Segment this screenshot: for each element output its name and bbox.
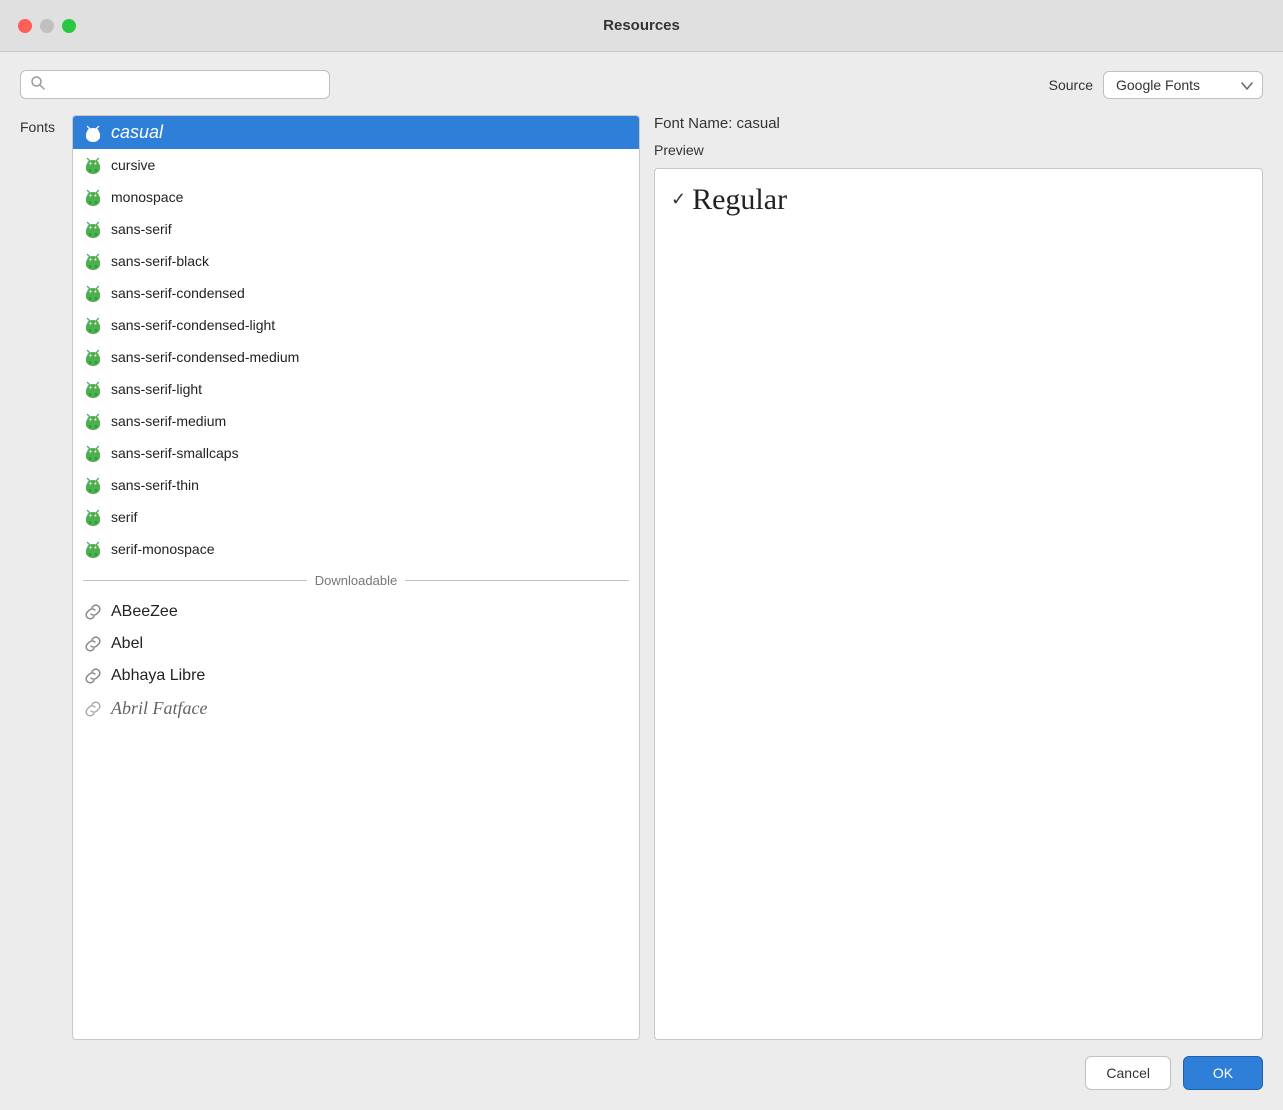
preview-box: ✓ Regular [654, 168, 1263, 1040]
android-icon [83, 315, 103, 335]
font-item-sans-serif-thin[interactable]: sans-serif-thin [73, 469, 639, 501]
main-body: Fonts [20, 115, 1263, 1040]
title-bar: Resources [0, 0, 1283, 52]
downloadable-label: Downloadable [315, 573, 397, 588]
font-name-casual: casual [111, 122, 163, 143]
preview-regular: ✓ Regular [671, 183, 1246, 217]
close-button[interactable] [18, 19, 32, 33]
font-name-monospace: monospace [111, 189, 183, 205]
font-name-sans-serif: sans-serif [111, 221, 172, 237]
check-mark: ✓ [671, 189, 686, 210]
font-item-sans-serif-condensed-light[interactable]: sans-serif-condensed-light [73, 309, 639, 341]
source-label: Source [1049, 77, 1093, 93]
android-icon [83, 187, 103, 207]
font-item-casual[interactable]: casual [73, 116, 639, 149]
android-icon [83, 379, 103, 399]
android-icon [83, 155, 103, 175]
font-name-sans-serif-black: sans-serif-black [111, 253, 209, 269]
font-name-sans-serif-condensed-medium: sans-serif-condensed-medium [111, 349, 299, 365]
font-item-cursive[interactable]: cursive [73, 149, 639, 181]
android-icon [83, 123, 103, 143]
link-icon [83, 634, 103, 654]
cancel-button[interactable]: Cancel [1085, 1056, 1171, 1090]
font-item-sans-serif-condensed-medium[interactable]: sans-serif-condensed-medium [73, 341, 639, 373]
window-title: Resources [603, 17, 680, 34]
maximize-button[interactable] [62, 19, 76, 33]
font-name-abhaya-libre: Abhaya Libre [111, 667, 205, 685]
font-item-sans-serif-condensed[interactable]: sans-serif-condensed [73, 277, 639, 309]
top-row: Source Google Fonts System Fonts [20, 70, 1263, 99]
font-item-abril-fatface[interactable]: Abril Fatface [73, 692, 639, 725]
android-icon [83, 283, 103, 303]
font-name-abel: Abel [111, 635, 143, 653]
font-item-sans-serif-smallcaps[interactable]: sans-serif-smallcaps [73, 437, 639, 469]
downloadable-separator: Downloadable [73, 565, 639, 596]
minimize-button[interactable] [40, 19, 54, 33]
android-icon [83, 411, 103, 431]
preview-label: Preview [654, 142, 1263, 158]
font-item-sans-serif[interactable]: sans-serif [73, 213, 639, 245]
font-list-container: casual [72, 115, 640, 1040]
android-icon [83, 347, 103, 367]
font-name-sans-serif-light: sans-serif-light [111, 381, 202, 397]
separator-line-right [405, 580, 629, 581]
source-select[interactable]: Google Fonts System Fonts [1103, 71, 1263, 99]
search-icon [31, 76, 45, 93]
font-name-sans-serif-condensed-light: sans-serif-condensed-light [111, 317, 275, 333]
preview-regular-text: Regular [692, 183, 787, 217]
link-icon [83, 602, 103, 622]
android-icon [83, 443, 103, 463]
separator-line-left [83, 580, 307, 581]
font-list[interactable]: casual [73, 116, 639, 1039]
font-item-abhaya-libre[interactable]: Abhaya Libre [73, 660, 639, 692]
font-name-cursive: cursive [111, 157, 155, 173]
ok-button[interactable]: OK [1183, 1056, 1263, 1090]
font-name-abril-fatface: Abril Fatface [111, 698, 207, 719]
font-item-sans-serif-light[interactable]: sans-serif-light [73, 373, 639, 405]
search-input[interactable] [51, 77, 319, 92]
font-name-sans-serif-medium: sans-serif-medium [111, 413, 226, 429]
font-name-header: Font Name: casual [654, 115, 1263, 132]
android-icon [83, 539, 103, 559]
font-name-sans-serif-condensed: sans-serif-condensed [111, 285, 245, 301]
android-icon [83, 475, 103, 495]
font-item-sans-serif-black[interactable]: sans-serif-black [73, 245, 639, 277]
font-name-sans-serif-smallcaps: sans-serif-smallcaps [111, 445, 239, 461]
font-item-abel[interactable]: Abel [73, 628, 639, 660]
main-content: Source Google Fonts System Fonts Fonts [0, 52, 1283, 1110]
font-item-serif-monospace[interactable]: serif-monospace [73, 533, 639, 565]
font-name-sans-serif-thin: sans-serif-thin [111, 477, 199, 493]
font-item-monospace[interactable]: monospace [73, 181, 639, 213]
fonts-label: Fonts [20, 115, 72, 1040]
link-icon [83, 699, 103, 719]
left-panel: Fonts [20, 115, 640, 1040]
font-item-abeezee[interactable]: ABeeZee [73, 596, 639, 628]
search-box[interactable] [20, 70, 330, 99]
window-controls [18, 19, 76, 33]
font-item-sans-serif-medium[interactable]: sans-serif-medium [73, 405, 639, 437]
android-icon [83, 219, 103, 239]
font-item-serif[interactable]: serif [73, 501, 639, 533]
right-panel: Font Name: casual Preview ✓ Regular [654, 115, 1263, 1040]
link-icon [83, 666, 103, 686]
source-select-wrapper: Google Fonts System Fonts [1103, 71, 1263, 99]
android-icon [83, 507, 103, 527]
source-row: Source Google Fonts System Fonts [1049, 71, 1263, 99]
font-name-serif-monospace: serif-monospace [111, 541, 215, 557]
bottom-row: Cancel OK [20, 1040, 1263, 1090]
font-name-serif: serif [111, 509, 137, 525]
android-icon [83, 251, 103, 271]
font-name-abeezee: ABeeZee [111, 603, 178, 621]
